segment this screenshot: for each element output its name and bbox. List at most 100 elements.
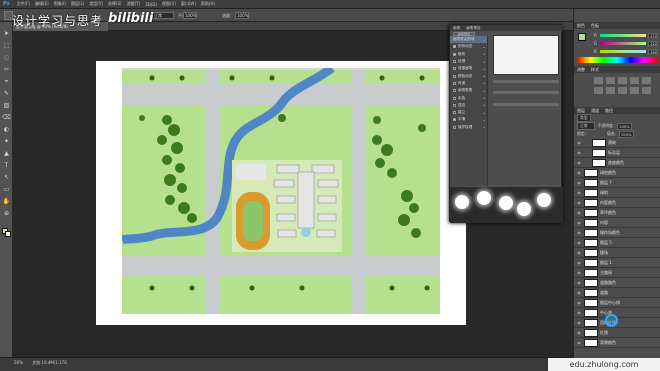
spacing-slider[interactable]	[493, 103, 559, 106]
menu-item[interactable]: 编辑(E)	[35, 1, 49, 7]
visibility-eye-icon[interactable]: ◉	[576, 280, 582, 285]
lock-icon[interactable]: 🔒︎	[483, 89, 485, 93]
visibility-eye-icon[interactable]: ◉	[576, 250, 582, 255]
tool-icon[interactable]: ◐	[2, 126, 11, 134]
tab-brush[interactable]: 画笔	[453, 25, 460, 31]
layer-row[interactable]: ◉ 红线	[574, 328, 660, 338]
visibility-eye-icon[interactable]: ◉	[576, 270, 582, 275]
layer-opacity-field[interactable]: 100%	[617, 122, 632, 130]
checkbox-icon[interactable]	[453, 74, 456, 78]
visibility-eye-icon[interactable]: ◉	[576, 340, 582, 345]
lock-icon[interactable]: 🔒︎	[483, 60, 485, 64]
checkbox-icon[interactable]	[453, 89, 456, 93]
tool-icon[interactable]: ✎	[2, 90, 11, 98]
layer-row[interactable]: ◉ 图层中心线	[574, 298, 660, 308]
color-ramp[interactable]	[577, 57, 657, 63]
layer-row[interactable]: ◉ 操场	[574, 248, 660, 258]
lock-icon[interactable]: 🔒︎	[483, 74, 485, 78]
visibility-eye-icon[interactable]: ◉	[576, 180, 582, 185]
zoom-level[interactable]: 50%	[14, 360, 23, 365]
visibility-eye-icon[interactable]: ◉	[576, 190, 582, 195]
brush-tip-grid[interactable]	[493, 35, 559, 75]
layer-row[interactable]: ◉ 内容颜色	[574, 198, 660, 208]
lock-icon[interactable]: 🔒︎	[483, 125, 485, 129]
menu-item[interactable]: 滤镜(T)	[127, 1, 141, 7]
visibility-eye-icon[interactable]: ◉	[576, 210, 582, 215]
lock-icon[interactable]: 🔒︎	[483, 52, 485, 56]
visibility-eye-icon[interactable]: ◉	[576, 320, 582, 325]
checkbox-icon[interactable]	[453, 60, 456, 64]
visibility-eye-icon[interactable]: ◉	[576, 150, 582, 155]
brush-setting-item[interactable]: 平滑 🔒︎	[450, 116, 487, 123]
tab-swatches[interactable]: 色板	[591, 22, 599, 29]
tab-paths[interactable]: 路径	[605, 107, 613, 114]
lock-icon[interactable]: 🔒︎	[483, 103, 485, 107]
brush-setting-item[interactable]: 湿边 🔒︎	[450, 102, 487, 109]
layer-row[interactable]: ◉ 道路	[574, 288, 660, 298]
layer-row[interactable]: ◉ 绿地	[574, 188, 660, 198]
tab-channels[interactable]: 通道	[591, 107, 599, 114]
tool-icon[interactable]: ✋	[2, 198, 11, 206]
checkbox-icon[interactable]	[453, 96, 456, 100]
lock-icon[interactable]: 🔒︎	[483, 118, 485, 122]
blend-mode-select[interactable]: 正常	[577, 122, 595, 130]
tab-adjustments[interactable]: 调整	[577, 66, 585, 73]
checkbox-icon[interactable]	[453, 103, 456, 107]
lock-icon[interactable]: 🔒︎	[483, 45, 485, 49]
checkbox-icon[interactable]	[453, 67, 456, 71]
layer-row[interactable]: ◉ 建筑	[574, 138, 660, 148]
brush-setting-item[interactable]: 纹理 🔒︎	[450, 58, 487, 65]
layer-row[interactable]: ◉ 道路路色	[574, 278, 660, 288]
lock-icon[interactable]: 🔒︎	[483, 81, 485, 85]
angle-slider[interactable]	[493, 91, 559, 94]
flow-field[interactable]: 100%	[235, 12, 249, 19]
menu-item[interactable]: 窗口(W)	[181, 1, 196, 7]
tab-styles[interactable]: 样式	[591, 66, 599, 73]
red-value[interactable]: 172	[648, 32, 658, 38]
visibility-eye-icon[interactable]: ◉	[576, 290, 582, 295]
layer-row[interactable]: ◉ 草坪颜色	[574, 208, 660, 218]
blue-value[interactable]: 142	[648, 48, 658, 54]
layer-row[interactable]: ◉ 底座颜色	[574, 158, 660, 168]
layer-filter-kind[interactable]: 类型	[577, 114, 591, 122]
menu-item[interactable]: 类型(Y)	[89, 1, 103, 7]
brush-setting-item[interactable]: 颜色动态 🔒︎	[450, 72, 487, 79]
opacity-field[interactable]: 100%	[183, 12, 197, 19]
layer-row[interactable]: ◉ 绿地颜色	[574, 168, 660, 178]
tab-layers[interactable]: 图层	[577, 107, 585, 114]
brush-setting-item[interactable]: 传递 🔒︎	[450, 80, 487, 87]
layer-row[interactable]: ◉ 内容	[574, 218, 660, 228]
brush-setting-item[interactable]: 画笔笔尖形状 🔒︎	[450, 36, 487, 44]
visibility-eye-icon[interactable]: ◉	[576, 160, 582, 165]
layer-row[interactable]: ◉ 主路网	[574, 268, 660, 278]
menu-item[interactable]: 3D(D)	[145, 2, 157, 7]
tool-icon[interactable]: ⌫	[2, 114, 11, 122]
tool-icon[interactable]: ⌖	[2, 78, 11, 86]
menu-item[interactable]: 视图(V)	[162, 1, 176, 7]
tool-icon[interactable]: ↖	[2, 174, 11, 182]
menu-item[interactable]: 图像(I)	[54, 1, 66, 7]
tool-icon[interactable]: ✦	[2, 138, 11, 146]
checkbox-icon[interactable]	[453, 125, 456, 129]
brush-setting-item[interactable]: 形状动态 🔒︎	[450, 43, 487, 50]
checked-checkbox-icon[interactable]	[453, 118, 456, 122]
layer-row[interactable]: ◉ 图层 7	[574, 178, 660, 188]
visibility-eye-icon[interactable]: ◉	[576, 240, 582, 245]
layer-row[interactable]: ◉ 图层 5	[574, 238, 660, 248]
tool-icon[interactable]: T	[2, 162, 11, 170]
foreground-color-swatch[interactable]	[578, 33, 586, 41]
brush-setting-item[interactable]: 双重画笔 🔒︎	[450, 65, 487, 72]
brush-setting-item[interactable]: 建立 🔒︎	[450, 109, 487, 116]
brush-setting-item[interactable]: 保护纹理 🔒︎	[450, 124, 487, 131]
menu-item[interactable]: 文件(F)	[17, 1, 30, 7]
checked-checkbox-icon[interactable]	[453, 52, 456, 56]
mode-select[interactable]: 正常	[152, 12, 174, 19]
lock-icon[interactable]: 🔒︎	[483, 67, 485, 71]
tool-icon[interactable]: ⊕	[2, 210, 11, 218]
visibility-eye-icon[interactable]: ◉	[576, 170, 582, 175]
tab-brush-presets[interactable]: 画笔预设	[466, 25, 480, 31]
menu-item[interactable]: 选择(S)	[108, 1, 122, 7]
lock-icon[interactable]: 🔒︎	[483, 38, 485, 42]
visibility-eye-icon[interactable]: ◉	[576, 330, 582, 335]
menu-item[interactable]: 图层(L)	[71, 1, 84, 7]
